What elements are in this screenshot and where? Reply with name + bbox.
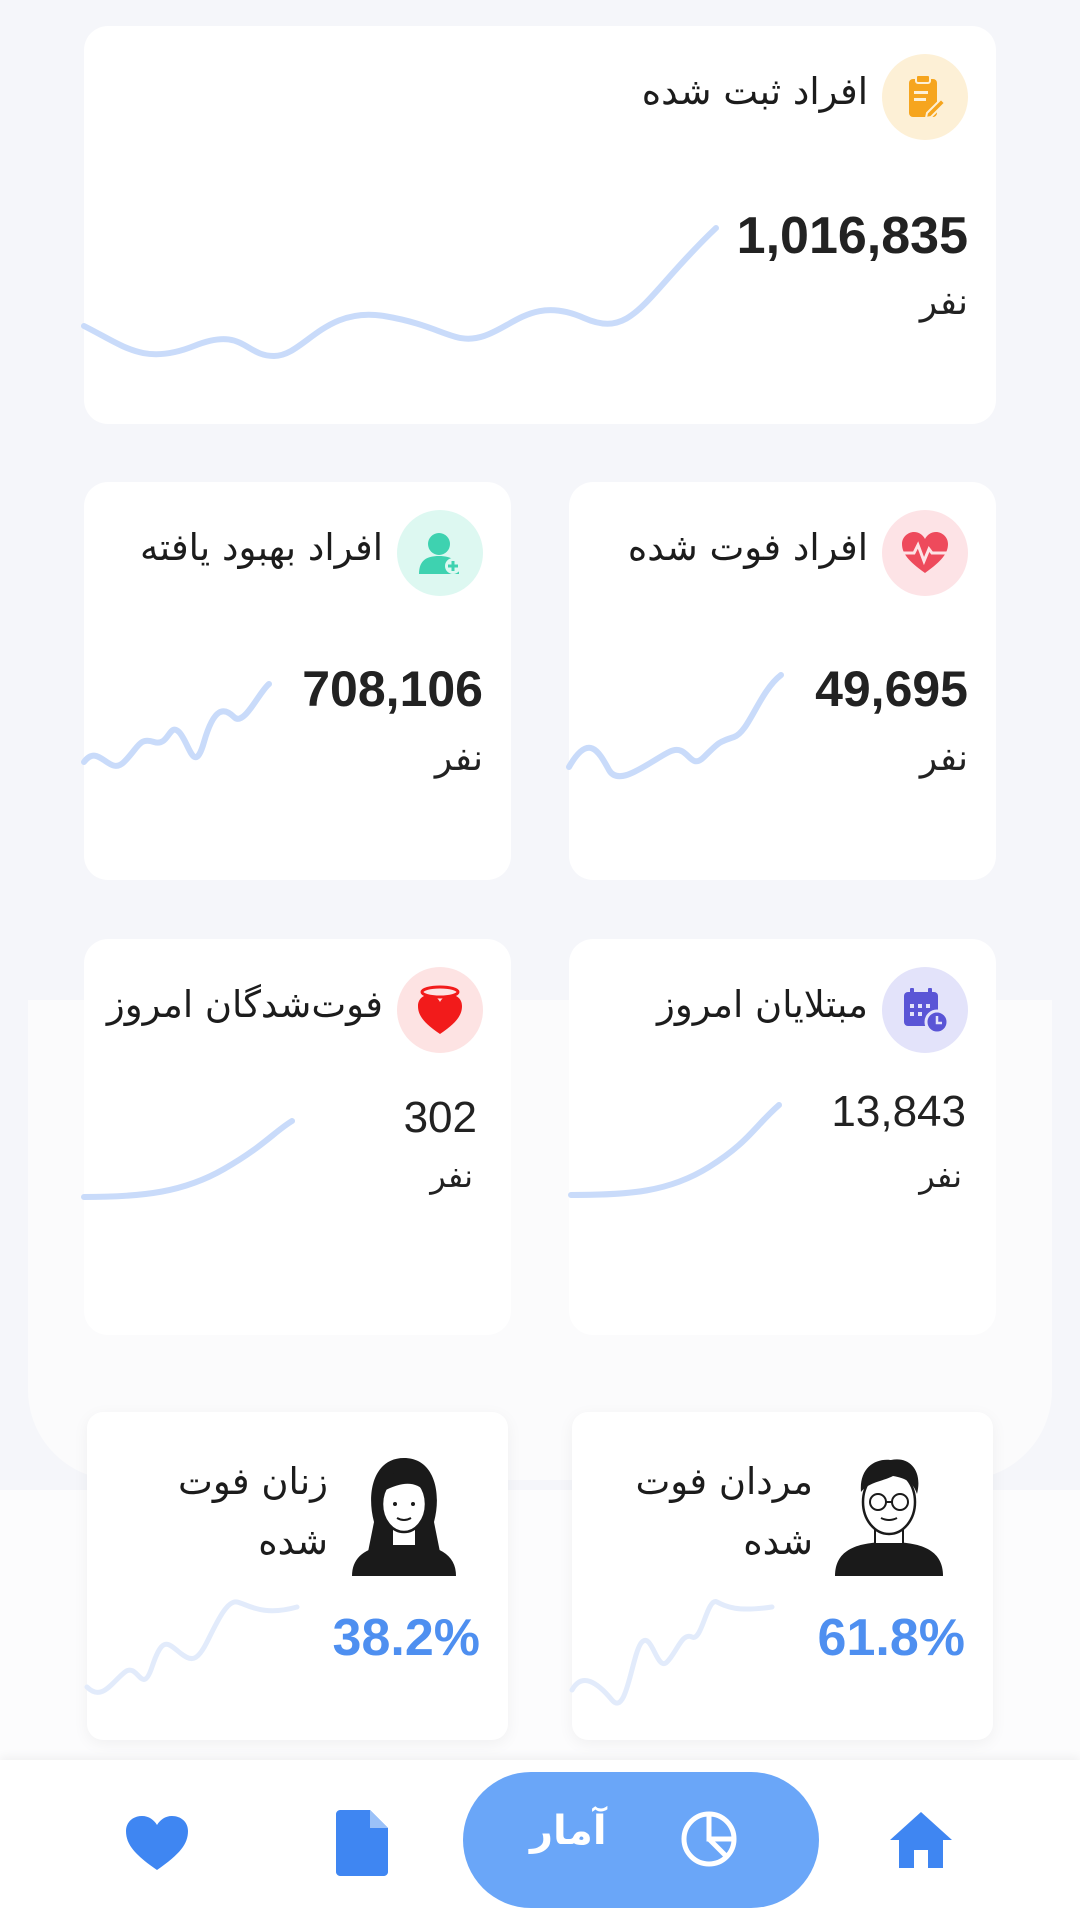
men-sparkline — [569, 1599, 775, 1706]
deceased-today-value: 302 — [403, 1093, 477, 1142]
clipboard-edit-icon — [882, 54, 968, 140]
woman-avatar-icon — [352, 1458, 456, 1576]
nav-stats-label: آمار — [530, 1808, 607, 1854]
women-deceased-title: زنان فوت شده — [177, 1460, 328, 1563]
men-deceased-card[interactable]: مردان فوت شده 61.8% — [569, 1412, 993, 1740]
registered-title: افراد ثبت شده — [641, 70, 868, 113]
women-deceased-card[interactable]: زنان فوت شده 38.2% — [84, 1412, 508, 1740]
men-deceased-title: مردان فوت شده — [635, 1460, 813, 1563]
nav-home-button[interactable] — [890, 1812, 952, 1868]
registered-card[interactable]: افراد ثبت شده 1,016,835 نفر — [81, 26, 996, 424]
infected-today-value: 13,843 — [831, 1087, 966, 1136]
recovered-card[interactable]: افراد بهبود یافته 708,106 نفر — [81, 482, 511, 880]
registered-sparkline — [81, 225, 719, 360]
registered-unit: نفر — [919, 282, 968, 323]
deceased-title: افراد فوت شده — [627, 526, 868, 569]
deceased-value: 49,695 — [815, 661, 968, 717]
nav-stats-button[interactable] — [463, 1772, 819, 1908]
deceased-today-title: فوت‌شدگان امروز — [106, 983, 383, 1026]
recovered-sparkline — [81, 681, 272, 769]
nurse-icon — [397, 510, 483, 596]
deceased-today-unit: نفر — [430, 1157, 473, 1195]
home-icon — [890, 1812, 952, 1868]
calendar-clock-icon — [882, 967, 968, 1053]
infected-today-title: مبتلایان امروز — [657, 983, 868, 1026]
women-deceased-percent: 38.2% — [332, 1609, 480, 1667]
registered-value: 1,016,835 — [736, 207, 968, 265]
halo-heart-icon — [397, 967, 483, 1053]
deceased-sparkline — [566, 672, 784, 779]
deceased-card[interactable]: افراد فوت شده 49,695 نفر — [566, 482, 996, 880]
women-sparkline — [84, 1599, 300, 1695]
infected-today-card[interactable]: مبتلایان امروز 13,843 نفر — [568, 939, 996, 1335]
infected-today-sparkline — [568, 1102, 782, 1198]
recovered-title: افراد بهبود یافته — [139, 526, 383, 569]
recovered-value: 708,106 — [302, 661, 483, 717]
man-avatar-icon — [835, 1459, 943, 1576]
men-deceased-percent: 61.8% — [817, 1609, 965, 1667]
document-icon — [336, 1810, 388, 1876]
heart-pulse-icon — [882, 510, 968, 596]
nav-document-button[interactable] — [336, 1810, 388, 1876]
deceased-today-sparkline — [81, 1118, 295, 1200]
heart-icon — [126, 1816, 188, 1870]
deceased-unit: نفر — [919, 738, 968, 779]
infected-today-unit: نفر — [919, 1157, 962, 1195]
pie-chart-icon — [680, 1810, 738, 1868]
recovered-unit: نفر — [434, 738, 483, 779]
nav-favorites-button[interactable] — [124, 1814, 190, 1872]
deceased-today-card[interactable]: فوت‌شدگان امروز 302 نفر — [81, 939, 511, 1335]
